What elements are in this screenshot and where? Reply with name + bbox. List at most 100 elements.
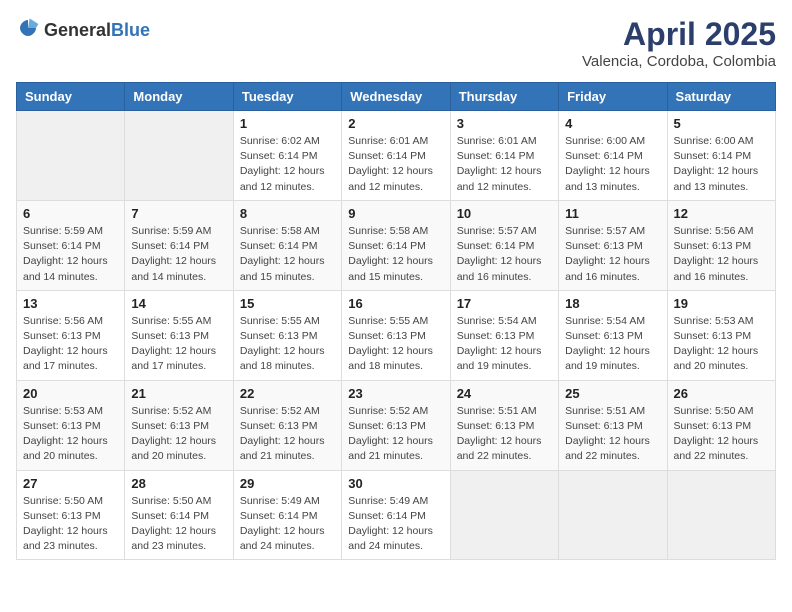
day-number: 13 xyxy=(23,296,118,311)
day-number: 22 xyxy=(240,386,335,401)
calendar-cell xyxy=(667,470,775,560)
day-number: 6 xyxy=(23,206,118,221)
day-number: 3 xyxy=(457,116,552,131)
header-saturday: Saturday xyxy=(667,83,775,111)
day-number: 25 xyxy=(565,386,660,401)
day-info: Sunrise: 5:50 AMSunset: 6:14 PMDaylight:… xyxy=(131,494,226,555)
day-info: Sunrise: 5:57 AMSunset: 6:13 PMDaylight:… xyxy=(565,224,660,285)
calendar-cell: 17 Sunrise: 5:54 AMSunset: 6:13 PMDayligh… xyxy=(450,290,558,380)
day-number: 11 xyxy=(565,206,660,221)
day-number: 14 xyxy=(131,296,226,311)
day-info: Sunrise: 5:50 AMSunset: 6:13 PMDaylight:… xyxy=(674,404,769,465)
day-info: Sunrise: 5:55 AMSunset: 6:13 PMDaylight:… xyxy=(131,314,226,375)
calendar-header-row: SundayMondayTuesdayWednesdayThursdayFrid… xyxy=(17,83,776,111)
day-number: 26 xyxy=(674,386,769,401)
calendar-cell: 18Sunrise: 5:54 AMSunset: 6:13 PMDayligh… xyxy=(559,290,667,380)
header-friday: Friday xyxy=(559,83,667,111)
day-info: Sunrise: 5:54 AMSunset: 6:13 PMDaylight:… xyxy=(457,314,552,375)
day-info: Sunrise: 5:56 AMSunset: 6:13 PMDaylight:… xyxy=(674,224,769,285)
calendar-week-4: 20 Sunrise: 5:53 AMSunset: 6:13 PMDayligh… xyxy=(17,380,776,470)
day-number: 2 xyxy=(348,116,443,131)
day-number: 23 xyxy=(348,386,443,401)
logo-general: General xyxy=(44,20,111,40)
day-info: Sunrise: 5:49 AMSunset: 6:14 PMDaylight:… xyxy=(240,494,335,555)
header-thursday: Thursday xyxy=(450,83,558,111)
calendar-cell: 12 Sunrise: 5:56 AMSunset: 6:13 PMDayligh… xyxy=(667,200,775,290)
day-info: Sunrise: 6:00 AMSunset: 6:14 PMDaylight:… xyxy=(674,134,769,195)
logo-blue: Blue xyxy=(111,20,150,40)
calendar-cell: 5 Sunrise: 6:00 AMSunset: 6:14 PMDaylight… xyxy=(667,111,775,201)
calendar-cell: 23 Sunrise: 5:52 AMSunset: 6:13 PMDayligh… xyxy=(342,380,450,470)
day-info: Sunrise: 5:53 AMSunset: 6:13 PMDaylight:… xyxy=(23,404,118,465)
header: GeneralBlue April 2025 Valencia, Cordoba… xyxy=(16,16,776,70)
day-info: Sunrise: 5:58 AMSunset: 6:14 PMDaylight:… xyxy=(348,224,443,285)
calendar-cell: 11 Sunrise: 5:57 AMSunset: 6:13 PMDayligh… xyxy=(559,200,667,290)
calendar-cell: 2 Sunrise: 6:01 AMSunset: 6:14 PMDaylight… xyxy=(342,111,450,201)
calendar-cell: 19 Sunrise: 5:53 AMSunset: 6:13 PMDayligh… xyxy=(667,290,775,380)
day-info: Sunrise: 6:01 AMSunset: 6:14 PMDaylight:… xyxy=(457,134,552,195)
calendar-cell: 1 Sunrise: 6:02 AMSunset: 6:14 PMDaylight… xyxy=(233,111,341,201)
calendar-cell: 9 Sunrise: 5:58 AMSunset: 6:14 PMDaylight… xyxy=(342,200,450,290)
calendar-cell xyxy=(559,470,667,560)
calendar-week-2: 6 Sunrise: 5:59 AMSunset: 6:14 PMDaylight… xyxy=(17,200,776,290)
day-number: 24 xyxy=(457,386,552,401)
day-number: 7 xyxy=(131,206,226,221)
day-info: Sunrise: 5:49 AMSunset: 6:14 PMDaylight:… xyxy=(348,494,443,555)
calendar-cell: 25 Sunrise: 5:51 AMSunset: 6:13 PMDayligh… xyxy=(559,380,667,470)
calendar-cell: 21Sunrise: 5:52 AMSunset: 6:13 PMDayligh… xyxy=(125,380,233,470)
day-info: Sunrise: 5:52 AMSunset: 6:13 PMDaylight:… xyxy=(240,404,335,465)
day-info: Sunrise: 6:02 AMSunset: 6:14 PMDaylight:… xyxy=(240,134,335,195)
header-sunday: Sunday xyxy=(17,83,125,111)
calendar-week-1: 1 Sunrise: 6:02 AMSunset: 6:14 PMDaylight… xyxy=(17,111,776,201)
calendar-cell: 20 Sunrise: 5:53 AMSunset: 6:13 PMDayligh… xyxy=(17,380,125,470)
day-info: Sunrise: 6:01 AMSunset: 6:14 PMDaylight:… xyxy=(348,134,443,195)
calendar-cell: 28 Sunrise: 5:50 AMSunset: 6:14 PMDayligh… xyxy=(125,470,233,560)
calendar-cell xyxy=(17,111,125,201)
day-number: 17 xyxy=(457,296,552,311)
day-info: Sunrise: 6:00 AMSunset: 6:14 PMDaylight:… xyxy=(565,134,660,195)
day-info: Sunrise: 5:53 AMSunset: 6:13 PMDaylight:… xyxy=(674,314,769,375)
calendar-cell: 30 Sunrise: 5:49 AMSunset: 6:14 PMDayligh… xyxy=(342,470,450,560)
day-number: 28 xyxy=(131,476,226,491)
calendar-cell xyxy=(450,470,558,560)
day-number: 27 xyxy=(23,476,118,491)
day-number: 20 xyxy=(23,386,118,401)
day-number: 8 xyxy=(240,206,335,221)
calendar-cell: 16 Sunrise: 5:55 AMSunset: 6:13 PMDayligh… xyxy=(342,290,450,380)
day-info: Sunrise: 5:52 AMSunset: 6:13 PMDaylight:… xyxy=(348,404,443,465)
calendar-cell: 15Sunrise: 5:55 AMSunset: 6:13 PMDayligh… xyxy=(233,290,341,380)
header-tuesday: Tuesday xyxy=(233,83,341,111)
calendar-cell: 3 Sunrise: 6:01 AMSunset: 6:14 PMDaylight… xyxy=(450,111,558,201)
day-number: 15 xyxy=(240,296,335,311)
header-monday: Monday xyxy=(125,83,233,111)
day-info: Sunrise: 5:57 AMSunset: 6:14 PMDaylight:… xyxy=(457,224,552,285)
day-info: Sunrise: 5:51 AMSunset: 6:13 PMDaylight:… xyxy=(565,404,660,465)
day-number: 4 xyxy=(565,116,660,131)
day-info: Sunrise: 5:59 AMSunset: 6:14 PMDaylight:… xyxy=(131,224,226,285)
calendar-cell: 7 Sunrise: 5:59 AMSunset: 6:14 PMDaylight… xyxy=(125,200,233,290)
day-number: 30 xyxy=(348,476,443,491)
logo-graphic xyxy=(16,16,40,45)
day-info: Sunrise: 5:56 AMSunset: 6:13 PMDaylight:… xyxy=(23,314,118,375)
calendar-week-3: 13 Sunrise: 5:56 AMSunset: 6:13 PMDayligh… xyxy=(17,290,776,380)
title-area: April 2025 Valencia, Cordoba, Colombia xyxy=(582,16,776,70)
calendar-cell: 22 Sunrise: 5:52 AMSunset: 6:13 PMDayligh… xyxy=(233,380,341,470)
logo: GeneralBlue xyxy=(16,16,150,45)
day-number: 9 xyxy=(348,206,443,221)
day-number: 1 xyxy=(240,116,335,131)
day-info: Sunrise: 5:52 AMSunset: 6:13 PMDaylight:… xyxy=(131,404,226,465)
day-number: 10 xyxy=(457,206,552,221)
calendar-cell xyxy=(125,111,233,201)
calendar-cell: 27 Sunrise: 5:50 AMSunset: 6:13 PMDayligh… xyxy=(17,470,125,560)
calendar-cell: 24Sunrise: 5:51 AMSunset: 6:13 PMDayligh… xyxy=(450,380,558,470)
day-info: Sunrise: 5:54 AMSunset: 6:13 PMDaylight:… xyxy=(565,314,660,375)
calendar-cell: 26 Sunrise: 5:50 AMSunset: 6:13 PMDayligh… xyxy=(667,380,775,470)
day-number: 12 xyxy=(674,206,769,221)
day-number: 19 xyxy=(674,296,769,311)
day-number: 16 xyxy=(348,296,443,311)
day-number: 5 xyxy=(674,116,769,131)
day-info: Sunrise: 5:50 AMSunset: 6:13 PMDaylight:… xyxy=(23,494,118,555)
calendar: SundayMondayTuesdayWednesdayThursdayFrid… xyxy=(16,82,776,560)
calendar-cell: 14 Sunrise: 5:55 AMSunset: 6:13 PMDayligh… xyxy=(125,290,233,380)
day-info: Sunrise: 5:55 AMSunset: 6:13 PMDaylight:… xyxy=(348,314,443,375)
